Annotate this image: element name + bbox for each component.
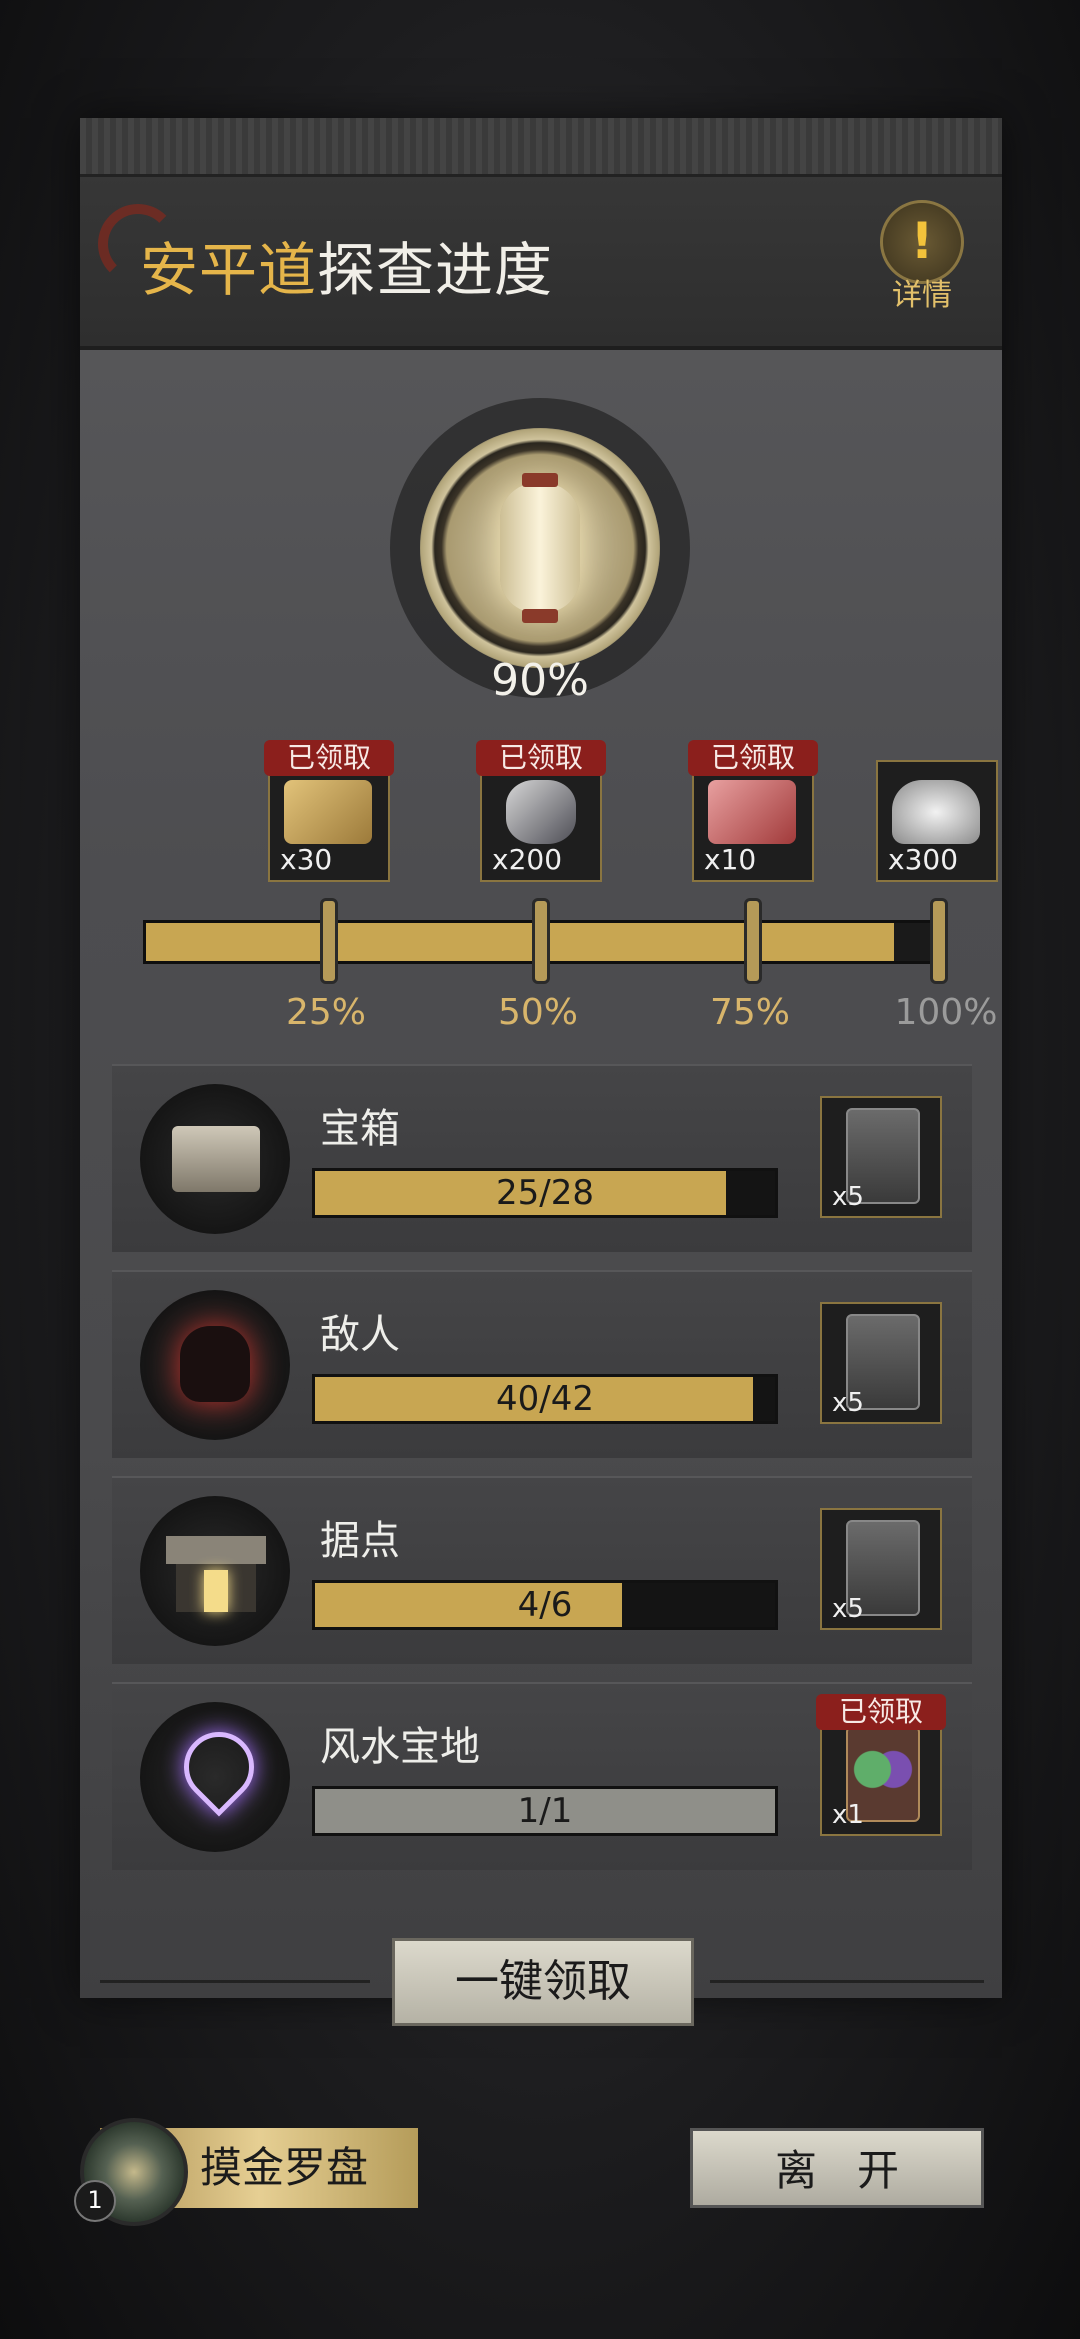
overall-percent: 90% <box>491 655 589 706</box>
milestone-label: 50% <box>497 992 578 1033</box>
milestone-label: 25% <box>285 992 366 1033</box>
milestone-marker <box>930 898 948 984</box>
red-ticket-icon <box>708 780 796 844</box>
task-name: 据点 <box>320 1518 400 1564</box>
demon-skull-icon <box>140 1290 290 1440</box>
claimed-badge: 已领取 <box>476 740 606 776</box>
treasure-chest-icon <box>140 1084 290 1234</box>
milestone-marker <box>532 898 550 984</box>
task-reward-token[interactable]: x5 <box>820 1096 942 1218</box>
milestone-marker <box>320 898 338 984</box>
task-name: 风水宝地 <box>320 1724 480 1770</box>
reward-quantity: x300 <box>888 843 959 876</box>
task-reward-token[interactable]: x5 <box>820 1508 942 1630</box>
page-title: 安平道探查进度 <box>140 223 553 307</box>
task-progress-text: 4/6 <box>517 1585 573 1625</box>
lantern-emblem <box>420 428 660 668</box>
divider-right <box>710 1980 984 1983</box>
divider-left <box>100 1980 370 1983</box>
claimed-badge: 已领取 <box>816 1694 946 1730</box>
reward-quantity: x200 <box>492 843 563 876</box>
reward-quantity: x5 <box>832 1388 864 1418</box>
compass-count-badge: 1 <box>74 2180 116 2222</box>
detail-button[interactable]: ! 详情 <box>872 200 972 313</box>
task-row-enemy: 敌人 40/42 x5 <box>112 1270 972 1458</box>
fengshui-pin-icon <box>140 1702 290 1852</box>
milestone-reward-25[interactable]: 已领取 x30 <box>264 740 394 882</box>
reward-quantity: x5 <box>832 1182 864 1212</box>
overall-progress-fill <box>146 923 895 961</box>
claimed-badge: 已领取 <box>688 740 818 776</box>
milestone-reward-100[interactable]: x300 <box>876 760 998 882</box>
task-progress-text: 1/1 <box>517 1791 573 1831</box>
reward-quantity: x30 <box>280 843 333 876</box>
task-row-chest: 宝箱 25/28 x5 <box>112 1064 972 1252</box>
reward-quantity: x1 <box>832 1800 864 1830</box>
milestone-label: 75% <box>709 992 790 1033</box>
detail-label: 详情 <box>892 278 952 313</box>
task-name: 敌人 <box>320 1312 400 1358</box>
region-name: 安平道 <box>140 236 318 304</box>
task-progress-bar: 4/6 <box>312 1580 778 1630</box>
milestone-reward-75[interactable]: 已领取 x10 <box>688 740 818 882</box>
leave-button[interactable]: 离开 <box>690 2128 984 2208</box>
claimed-badge: 已领取 <box>264 740 394 776</box>
stronghold-icon <box>140 1496 290 1646</box>
milestone-reward-50[interactable]: 已领取 x200 <box>476 740 606 882</box>
gold-bar-icon <box>284 780 372 844</box>
task-row-stronghold: 据点 4/6 x5 <box>112 1476 972 1664</box>
silver-ore-icon <box>506 780 576 844</box>
task-progress-bar: 40/42 <box>312 1374 778 1424</box>
reward-quantity: x5 <box>832 1594 864 1624</box>
task-progress-bar: 1/1 <box>312 1786 778 1836</box>
milestone-marker <box>744 898 762 984</box>
task-row-fengshui: 风水宝地 1/1 已领取 x1 <box>112 1682 972 1870</box>
lantern-icon <box>500 473 580 623</box>
silver-ingot-icon <box>892 780 980 844</box>
header-decor-band <box>80 118 1002 177</box>
panel-header: 安平道探查进度 <box>80 118 1002 350</box>
milestone-label: 100% <box>894 992 998 1033</box>
title-suffix: 探查进度 <box>317 236 554 304</box>
task-progress-text: 40/42 <box>496 1379 594 1419</box>
reward-quantity: x10 <box>704 843 757 876</box>
collect-all-button[interactable]: 一键领取 <box>392 1938 694 2026</box>
task-progress-text: 25/28 <box>496 1173 594 1213</box>
task-reward-token[interactable]: 已领取 x1 <box>816 1694 946 1836</box>
task-reward-token[interactable]: x5 <box>820 1302 942 1424</box>
task-progress-bar: 25/28 <box>312 1168 778 1218</box>
task-name: 宝箱 <box>320 1106 400 1152</box>
